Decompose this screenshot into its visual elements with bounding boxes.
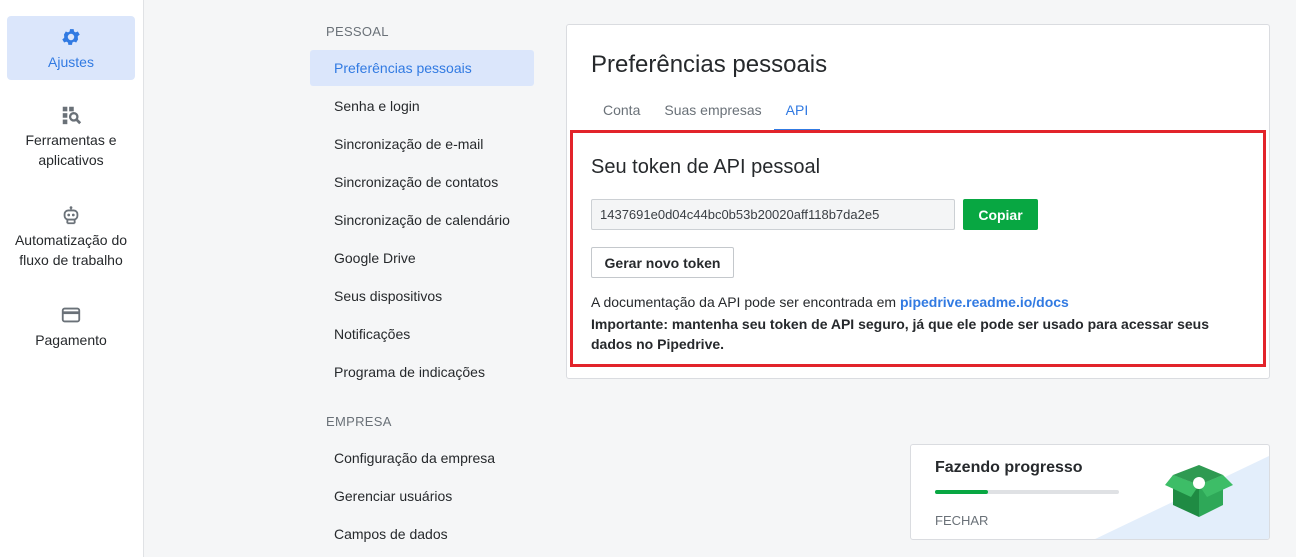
menu-item-data-fields[interactable]: Campos de dados xyxy=(310,516,534,552)
progress-bar xyxy=(935,490,1119,494)
nav-item-billing[interactable]: Pagamento xyxy=(7,304,135,356)
nav-label: Automatização do fluxo de trabalho xyxy=(14,232,128,268)
nav-item-tools[interactable]: Ferramentas e aplicativos xyxy=(7,104,135,176)
nav-label: Ferramentas e aplicativos xyxy=(25,132,117,168)
menu-item-manage-users[interactable]: Gerenciar usuários xyxy=(310,478,534,514)
api-doc-text: A documentação da API pode ser encontrad… xyxy=(591,294,897,310)
progress-bar-fill xyxy=(935,490,989,494)
tab-bar: Conta Suas empresas API xyxy=(591,97,821,131)
api-token-field[interactable] xyxy=(591,199,955,230)
api-doc-link[interactable]: pipedrive.readme.io/docs xyxy=(900,294,1069,310)
close-progress-button[interactable]: FECHAR xyxy=(935,513,988,528)
gear-icon xyxy=(62,29,80,45)
generate-token-button[interactable]: Gerar novo token xyxy=(591,247,734,278)
copy-button[interactable]: Copiar xyxy=(963,199,1038,230)
nav-item-automation[interactable]: Automatização do fluxo de trabalho xyxy=(7,204,135,276)
menu-item-email-sync[interactable]: Sincronização de e-mail xyxy=(310,126,534,162)
menu-item-devices[interactable]: Seus dispositivos xyxy=(310,278,534,314)
menu-item-company-settings[interactable]: Configuração da empresa xyxy=(310,440,534,476)
progress-title: Fazendo progresso xyxy=(935,459,1083,476)
tab-api[interactable]: API xyxy=(773,97,821,131)
page-title: Preferências pessoais xyxy=(591,51,828,78)
menu-item-preferencias[interactable]: Preferências pessoais xyxy=(310,50,534,86)
tab-suas-empresas[interactable]: Suas empresas xyxy=(652,97,773,131)
menu-item-senha[interactable]: Senha e login xyxy=(310,88,534,124)
section-header-empresa: EMPRESA xyxy=(326,414,392,429)
nav-label: Ajustes xyxy=(48,54,94,70)
robot-icon xyxy=(63,206,79,225)
menu-item-calendar-sync[interactable]: Sincronização de calendário xyxy=(310,202,534,238)
progress-card: Fazendo progresso FECHAR xyxy=(910,444,1270,540)
credit-card-icon xyxy=(61,307,81,323)
api-doc-line: A documentação da API pode ser encontrad… xyxy=(591,294,1069,310)
menu-item-notifications[interactable]: Notificações xyxy=(310,316,534,352)
menu-item-referrals[interactable]: Programa de indicações xyxy=(310,354,534,390)
token-section-title: Seu token de API pessoal xyxy=(591,156,821,178)
tools-icon xyxy=(62,106,82,125)
nav-item-settings[interactable]: Ajustes xyxy=(7,16,135,80)
primary-nav: Ajustes Ferramentas e aplicativos Automa… xyxy=(0,0,144,557)
menu-item-google-drive[interactable]: Google Drive xyxy=(310,240,534,276)
tab-conta[interactable]: Conta xyxy=(591,97,652,131)
section-header-pessoal: PESSOAL xyxy=(326,24,389,39)
important-note: Importante: mantenha seu token de API se… xyxy=(591,316,1210,352)
menu-item-contacts-sync[interactable]: Sincronização de contatos xyxy=(310,164,534,200)
nav-label: Pagamento xyxy=(35,332,107,348)
